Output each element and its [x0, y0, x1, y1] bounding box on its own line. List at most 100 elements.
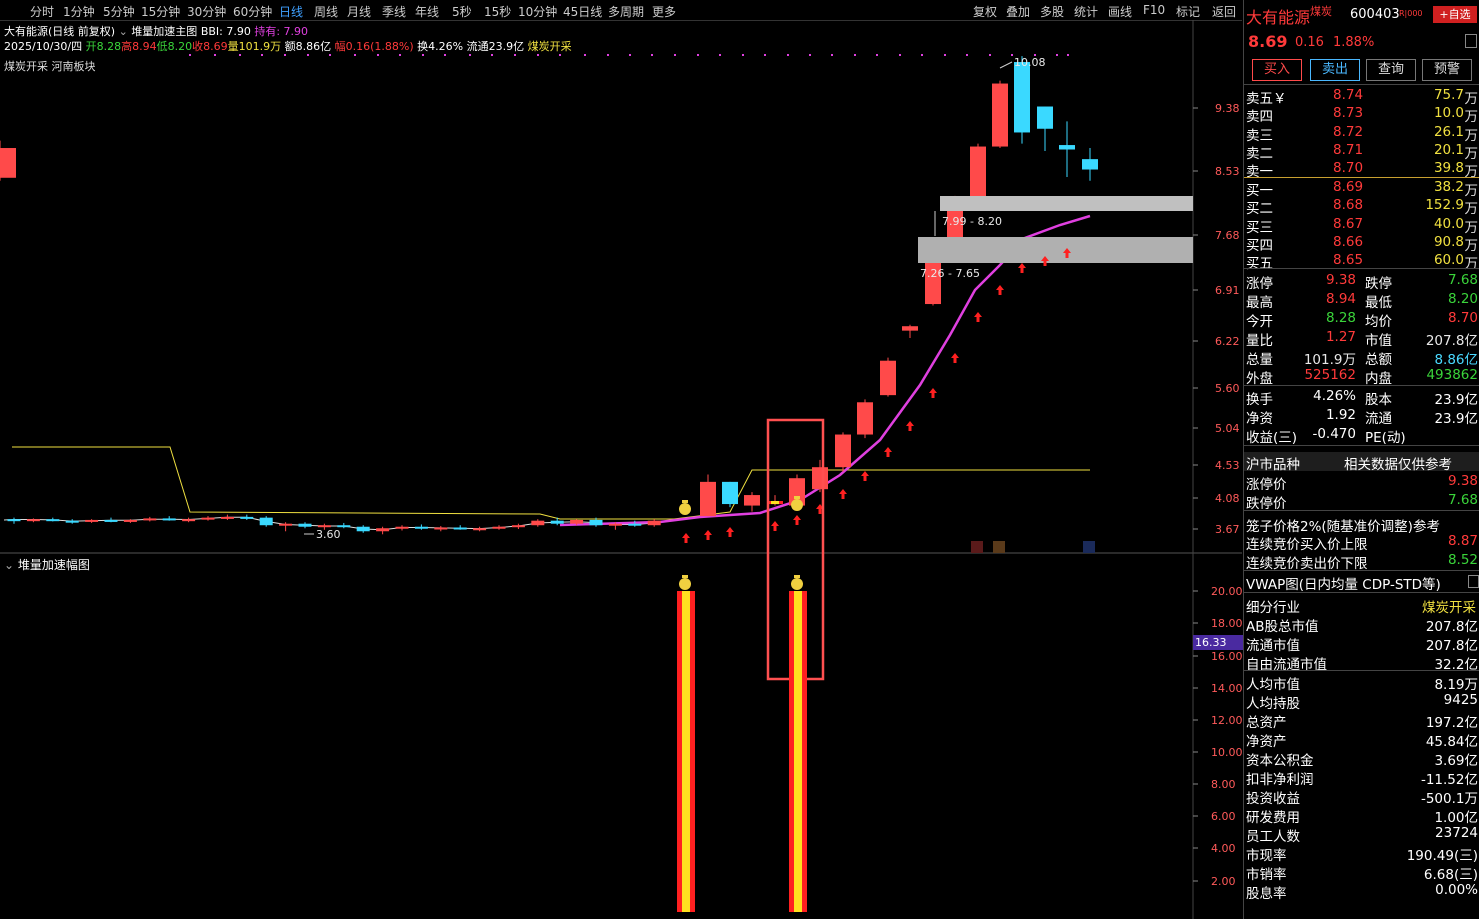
tool-button-6[interactable]: F10 [1143, 3, 1165, 17]
candle-body[interactable] [46, 519, 60, 522]
candle-body[interactable] [298, 523, 312, 527]
candle-body[interactable] [7, 519, 21, 522]
candle-body[interactable] [880, 360, 896, 396]
candle-body[interactable] [104, 519, 118, 522]
candle-body[interactable] [182, 519, 196, 522]
tab-7[interactable]: 日线 [279, 3, 303, 20]
candle-body[interactable] [835, 434, 851, 468]
candle-body[interactable] [1037, 106, 1053, 129]
candle-body[interactable] [970, 146, 986, 201]
tab-16[interactable]: 多周期 [608, 3, 644, 20]
tab-6[interactable]: 60分钟 [233, 3, 272, 20]
tool-button-5[interactable]: 画线 [1108, 3, 1132, 20]
bids-row[interactable]: 买二 8.68 152.9 万 [1244, 196, 1479, 217]
tool-button-2[interactable]: 叠加 [1006, 3, 1030, 20]
asks-row[interactable]: 卖四 8.73 10.0 万 [1244, 104, 1479, 125]
candle-body[interactable] [857, 402, 873, 435]
tab-13[interactable]: 15秒 [484, 3, 511, 20]
kline-chart[interactable]: 9.38 8.53 7.68 6.91 6.22 5.60 5.04 4.53 4.08 3.67… [0, 20, 1242, 919]
candle-body[interactable] [414, 526, 428, 529]
vwap-row[interactable]: VWAP图(日内均量 CDP-STD等) [1244, 572, 1479, 593]
tool-button-8[interactable]: 返回 [1212, 3, 1236, 20]
tool-button-7[interactable]: 标记 [1176, 3, 1200, 20]
tab-15[interactable]: 45日线 [563, 3, 602, 20]
asks-row[interactable]: 卖一 8.70 39.8 万 [1244, 159, 1479, 180]
tab-3[interactable]: 5分钟 [103, 3, 135, 20]
candle-body[interactable] [162, 518, 176, 521]
candle-body[interactable] [744, 495, 760, 506]
candle-body[interactable] [608, 523, 622, 526]
bids-price: 8.67 [1333, 215, 1364, 232]
candle-body[interactable] [589, 519, 603, 526]
candle-body[interactable] [700, 481, 716, 517]
candle-body[interactable] [65, 520, 79, 523]
candle-body[interactable] [722, 481, 738, 505]
tab-12[interactable]: 5秒 [452, 3, 472, 20]
signal-dot [899, 54, 901, 56]
candle-body[interactable] [647, 520, 661, 526]
candle-body[interactable] [259, 517, 273, 526]
candle-body[interactable] [570, 519, 584, 524]
candle-body[interactable] [376, 528, 390, 532]
tab-10[interactable]: 季线 [382, 3, 406, 20]
tab-5[interactable]: 30分钟 [187, 3, 226, 20]
asks-row[interactable]: 卖五￥ 8.74 75.7 万 [1244, 86, 1479, 107]
tab-9[interactable]: 月线 [347, 3, 371, 20]
candle-body[interactable] [992, 83, 1008, 147]
candle-body[interactable] [453, 527, 467, 530]
tab-4[interactable]: 15分钟 [141, 3, 180, 20]
sell-button[interactable]: 卖出 [1310, 59, 1360, 81]
query-button[interactable]: 查询 [1366, 59, 1416, 81]
candle-body[interactable] [26, 519, 40, 522]
tab-2[interactable]: 1分钟 [63, 3, 95, 20]
asks-row[interactable]: 卖三 8.72 26.1 万 [1244, 123, 1479, 144]
candle-body[interactable] [395, 526, 409, 529]
candle-body[interactable] [240, 516, 254, 519]
highlight-candle-inner[interactable] [771, 501, 779, 505]
bids-row[interactable]: 买三 8.67 40.0 万 [1244, 215, 1479, 236]
candle-body[interactable] [812, 467, 828, 490]
bids-row[interactable]: 买四 8.66 90.8 万 [1244, 233, 1479, 254]
chevron-down-icon[interactable]: ⌄ [4, 558, 14, 572]
candle-body[interactable] [1059, 145, 1075, 150]
candle-body[interactable] [511, 525, 525, 528]
candle-body[interactable] [434, 527, 448, 530]
tab-14[interactable]: 10分钟 [518, 3, 557, 20]
bids-row[interactable]: 买一 8.69 38.2 万 [1244, 178, 1479, 199]
candle-body[interactable] [220, 516, 234, 519]
tab-8[interactable]: 周线 [314, 3, 338, 20]
candle-body[interactable] [492, 526, 506, 529]
stat-value: 23.9亿 [1434, 411, 1478, 427]
candle-body[interactable] [85, 519, 99, 522]
candle-body[interactable] [550, 520, 564, 524]
tool-button-1[interactable]: 复权 [973, 3, 997, 20]
cage-price-row: 笼子价格2%(随基准价调整)参考 [1246, 519, 1440, 535]
candle-body[interactable] [1014, 62, 1030, 133]
tab-11[interactable]: 年线 [415, 3, 439, 20]
candle-body[interactable] [0, 148, 16, 178]
candle-body[interactable] [356, 526, 370, 532]
candle-body[interactable] [201, 517, 215, 520]
candle-body[interactable] [123, 519, 137, 522]
candle-body[interactable] [143, 518, 157, 521]
candle-body[interactable] [337, 525, 351, 528]
candle-body[interactable] [628, 523, 642, 526]
asks-row[interactable]: 卖二 8.71 20.1 万 [1244, 141, 1479, 162]
alert-button[interactable]: 预警 [1422, 59, 1472, 81]
chart-icon[interactable] [1468, 575, 1479, 588]
expand-icon[interactable] [1465, 34, 1477, 48]
tab-1[interactable]: 分时 [30, 3, 54, 20]
tool-button-4[interactable]: 统计 [1074, 3, 1098, 20]
add-watchlist-button[interactable]: +自选 [1433, 6, 1477, 23]
tool-button-3[interactable]: 多股 [1040, 3, 1064, 20]
candle-body[interactable] [473, 528, 487, 531]
candle-body[interactable] [1082, 159, 1098, 170]
candle-body[interactable] [279, 523, 293, 526]
candle-body[interactable] [317, 525, 331, 528]
candle-body[interactable] [531, 520, 545, 526]
bids-label: 买五 [1246, 256, 1273, 273]
tab-17[interactable]: 更多 [652, 3, 676, 20]
subchart-title[interactable]: ⌄ 堆量加速幅图 [4, 556, 90, 573]
buy-button[interactable]: 买入 [1252, 59, 1302, 81]
candle-body[interactable] [902, 326, 918, 331]
